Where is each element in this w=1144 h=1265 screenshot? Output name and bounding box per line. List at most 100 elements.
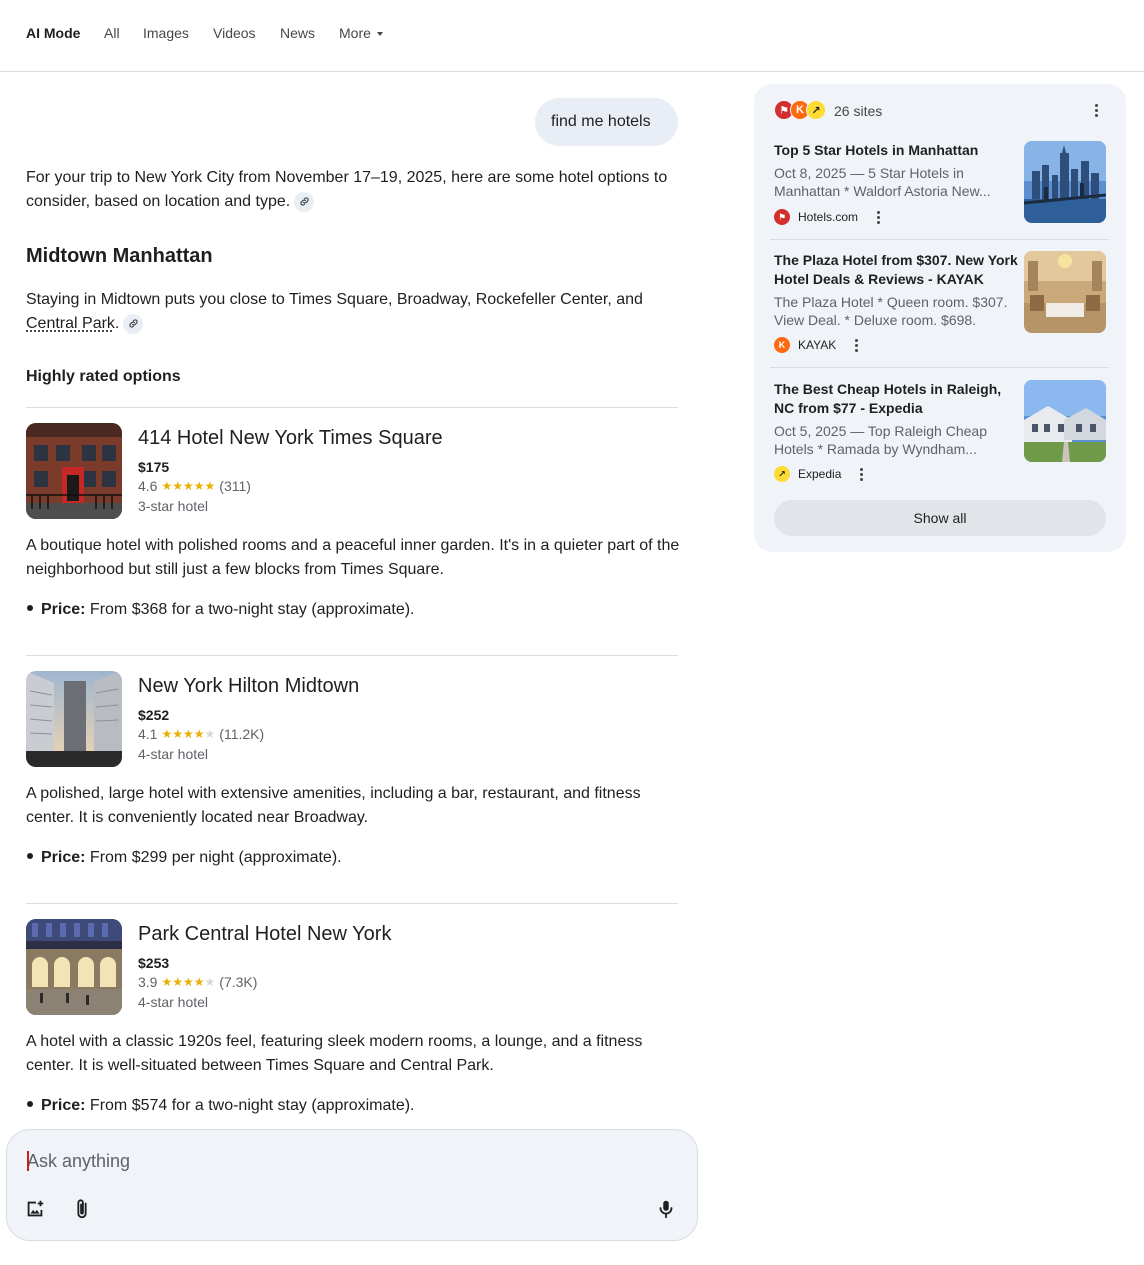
- source-site: Expedia: [798, 467, 842, 481]
- bullet-dot: [27, 853, 33, 860]
- bullet-dot: [27, 1101, 33, 1108]
- kebab-icon[interactable]: [870, 209, 886, 225]
- source-title[interactable]: Top 5 Star Hotels in Manhattan: [774, 141, 1018, 160]
- source-snippet: Oct 5, 2025 — Top Raleigh Cheap Hotels *…: [774, 423, 987, 457]
- review-count: (311): [219, 478, 251, 494]
- rating-value: 4.1: [138, 726, 158, 742]
- divider: [770, 367, 1109, 368]
- more-options-icon[interactable]: [1088, 102, 1104, 118]
- central-park-link[interactable]: Central Park: [26, 315, 115, 332]
- section-text-end: .: [114, 315, 120, 332]
- star-rating: ★ ★ ★ ★ ★: [161, 479, 215, 493]
- price-bullet: Price: From $299 per night (approximate)…: [26, 846, 342, 870]
- price-label: Price:: [41, 849, 86, 866]
- rating-value: 3.9: [138, 974, 158, 990]
- tab-more[interactable]: More: [339, 25, 383, 41]
- hotel-name[interactable]: New York Hilton Midtown: [138, 675, 359, 698]
- review-count: (11.2K): [219, 726, 265, 742]
- star-icon: ★: [172, 975, 183, 989]
- mic-icon[interactable]: [652, 1195, 680, 1223]
- source-snippet: The Plaza Hotel * Queen room. $307. View…: [774, 294, 1008, 328]
- star-icon: ★: [183, 727, 194, 741]
- link-icon[interactable]: [123, 313, 144, 334]
- source-meta: ⚑ Hotels.com: [774, 209, 886, 225]
- ask-input[interactable]: [27, 1148, 627, 1174]
- caret-down-icon: [376, 32, 383, 37]
- star-rating: ★ ★ ★ ★ ★: [161, 727, 215, 741]
- source-thumbnail[interactable]: [1024, 380, 1106, 462]
- price-bullet: Price: From $368 for a two-night stay (a…: [26, 598, 415, 622]
- hotel-class: 4-star hotel: [138, 746, 209, 762]
- source-thumbnail[interactable]: [1024, 141, 1106, 223]
- star-icon: ★: [193, 975, 205, 989]
- tab-ai-mode[interactable]: AI Mode: [26, 25, 80, 41]
- rating-value: 4.6: [138, 478, 158, 494]
- source-meta: K KAYAK: [774, 337, 864, 353]
- kebab-icon[interactable]: [853, 466, 869, 482]
- ask-box: [6, 1129, 698, 1241]
- tab-all[interactable]: All: [104, 25, 120, 41]
- tab-news[interactable]: News: [280, 25, 315, 41]
- text-cursor: [27, 1151, 29, 1171]
- star-icon: ★: [204, 975, 216, 989]
- bullet-dot: [27, 605, 33, 612]
- source-thumbnail[interactable]: [1024, 251, 1106, 333]
- paperclip-icon[interactable]: [68, 1195, 96, 1223]
- hotel-name[interactable]: 414 Hotel New York Times Square: [138, 427, 443, 450]
- source-title[interactable]: The Plaza Hotel from $307. New York Hote…: [774, 251, 1018, 289]
- intro-paragraph: For your trip to New York City from Nove…: [26, 166, 686, 214]
- section-text: Staying in Midtown puts you close to Tim…: [26, 291, 643, 308]
- link-icon[interactable]: [294, 191, 315, 212]
- hotels-favicon-icon: ⚑: [774, 209, 790, 225]
- tab-videos[interactable]: Videos: [213, 25, 256, 41]
- kebab-icon[interactable]: [848, 337, 864, 353]
- hotel-image[interactable]: [26, 671, 122, 767]
- source-card[interactable]: The Plaza Hotel from $307. New York Hote…: [774, 251, 1106, 356]
- tab-images[interactable]: Images: [143, 25, 189, 41]
- site-logos: ⚑ K ↗: [774, 100, 826, 120]
- hotel-rating: 3.9 ★ ★ ★ ★ ★ (7.3K): [138, 974, 257, 990]
- intro-text: For your trip to New York City from Nove…: [26, 169, 668, 210]
- price-text: From $368 for a two-night stay (approxim…: [85, 601, 415, 618]
- review-count: (7.3K): [219, 974, 258, 990]
- star-icon: ★: [172, 727, 183, 741]
- price-label: Price:: [41, 1097, 86, 1114]
- hotel-price: $175: [138, 459, 170, 475]
- star-icon: ★: [161, 727, 173, 741]
- star-icon: ★: [172, 479, 183, 493]
- price-text: From $574 for a two-night stay (approxim…: [85, 1097, 415, 1114]
- star-icon: ★: [161, 975, 173, 989]
- star-icon: ★: [161, 479, 173, 493]
- hotel-description: A polished, large hotel with extensive a…: [26, 785, 641, 826]
- add-image-icon[interactable]: [21, 1195, 49, 1223]
- source-title[interactable]: The Best Cheap Hotels in Raleigh, NC fro…: [774, 380, 1018, 418]
- price-text: From $299 per night (approximate).: [85, 849, 342, 866]
- hotel-image[interactable]: [26, 423, 122, 519]
- expedia-favicon-icon: ↗: [774, 466, 790, 482]
- sources-panel: ⚑ K ↗ 26 sites Top 5 Star Hotels in Manh…: [754, 84, 1126, 552]
- star-icon: ★: [204, 479, 216, 493]
- hotel-name[interactable]: Park Central Hotel New York: [138, 923, 391, 946]
- star-icon: ★: [204, 727, 216, 741]
- section-title: Midtown Manhattan: [26, 245, 213, 267]
- user-query-bubble: find me hotels: [535, 98, 678, 146]
- hotel-rating: 4.1 ★ ★ ★ ★ ★ (11.2K): [138, 726, 264, 742]
- hotel-class: 3-star hotel: [138, 498, 209, 514]
- star-icon: ★: [193, 479, 205, 493]
- divider: [26, 655, 678, 656]
- kayak-favicon-icon: K: [774, 337, 790, 353]
- section-paragraph: Staying in Midtown puts you close to Tim…: [26, 288, 686, 336]
- sites-count[interactable]: 26 sites: [834, 103, 882, 119]
- expedia-logo-icon: ↗: [806, 100, 826, 120]
- divider: [26, 903, 678, 904]
- hotel-rating: 4.6 ★ ★ ★ ★ ★ (311): [138, 478, 251, 494]
- hotel-description: A boutique hotel with polished rooms and…: [26, 537, 680, 578]
- star-icon: ★: [193, 727, 205, 741]
- source-card[interactable]: The Best Cheap Hotels in Raleigh, NC fro…: [774, 380, 1106, 485]
- hotel-price: $252: [138, 707, 170, 723]
- source-snippet: Oct 8, 2025 — 5 Star Hotels in Manhattan…: [774, 165, 991, 199]
- price-label: Price:: [41, 601, 86, 618]
- source-card[interactable]: Top 5 Star Hotels in Manhattan Oct 8, 20…: [774, 141, 1106, 229]
- hotel-image[interactable]: [26, 919, 122, 1015]
- show-all-button[interactable]: Show all: [774, 500, 1106, 536]
